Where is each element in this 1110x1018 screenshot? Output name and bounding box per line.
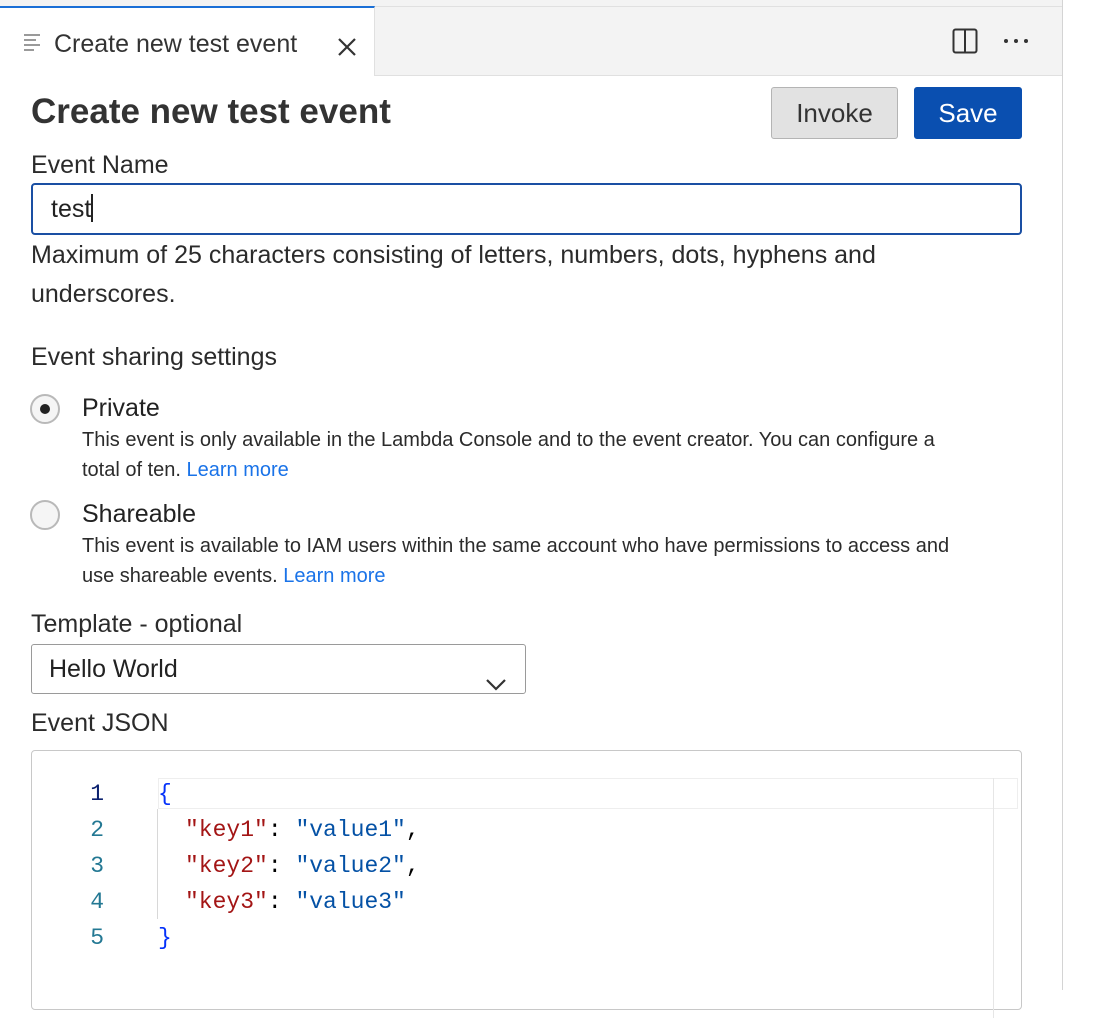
line-number: 4: [90, 889, 104, 915]
line-number: 3: [90, 853, 104, 879]
json-comma: ,: [405, 853, 420, 879]
json-colon: :: [267, 853, 296, 879]
editor-tab-bar: Create new test event: [0, 0, 1062, 76]
private-label: Private: [82, 394, 160, 422]
template-label: Template - optional: [31, 610, 243, 638]
json-value: "value3": [295, 889, 406, 915]
save-button[interactable]: Save: [914, 87, 1022, 139]
text-caret: [91, 194, 94, 222]
tab-label: Create new test event: [54, 30, 298, 58]
event-name-help: Maximum of 25 characters consisting of l…: [31, 241, 876, 308]
shareable-label: Shareable: [82, 500, 196, 528]
code-line: "key3": "value3": [185, 889, 406, 915]
code-line: }: [158, 925, 172, 951]
json-key: "key1": [185, 817, 268, 843]
panel-border: [1062, 0, 1063, 990]
editor-scrollbar[interactable]: [993, 778, 994, 1018]
json-value: "value2": [295, 853, 406, 879]
current-line-highlight: [158, 778, 1018, 809]
shareable-radio[interactable]: [30, 500, 60, 530]
tab-create-new-test-event[interactable]: Create new test event: [0, 6, 375, 76]
invoke-button[interactable]: Invoke: [771, 87, 898, 139]
more-icon[interactable]: [1002, 30, 1032, 50]
shareable-learn-more-link[interactable]: Learn more: [283, 565, 385, 587]
event-name-input[interactable]: test: [31, 183, 1022, 235]
json-colon: :: [267, 817, 296, 843]
json-value: "value1": [295, 817, 406, 843]
code-line: "key2": "value2",: [185, 853, 420, 879]
line-number: 5: [90, 925, 104, 951]
json-brace: }: [158, 925, 172, 951]
code-line: "key1": "value1",: [185, 817, 420, 843]
split-editor-icon[interactable]: [952, 28, 978, 54]
tab-bar-divider: [375, 6, 1062, 7]
private-learn-more-link[interactable]: Learn more: [187, 459, 289, 481]
shareable-description-text: This event is available to IAM users wit…: [82, 535, 950, 587]
event-json-label: Event JSON: [31, 709, 169, 737]
line-number: 2: [90, 817, 104, 843]
lines-icon: [24, 34, 40, 52]
json-key: "key3": [185, 889, 268, 915]
json-key: "key2": [185, 853, 268, 879]
private-description: This event is only available in the Lamb…: [82, 425, 962, 485]
page-title: Create new test event: [31, 92, 391, 131]
template-select[interactable]: Hello World: [31, 644, 526, 694]
chevron-down-icon: [485, 661, 507, 691]
private-radio[interactable]: [30, 394, 60, 424]
sharing-settings-label: Event sharing settings: [31, 343, 277, 371]
event-name-label: Event Name: [31, 151, 169, 179]
shareable-description: This event is available to IAM users wit…: [82, 531, 962, 591]
event-name-value: test: [51, 195, 92, 223]
json-colon: :: [267, 889, 296, 915]
json-comma: ,: [405, 817, 420, 843]
json-editor[interactable]: 1 2 3 4 5 { "key1": "value1", "key2": "v…: [31, 750, 1022, 1018]
indent-guide: [157, 809, 158, 919]
template-selected-value: Hello World: [49, 655, 178, 683]
close-icon[interactable]: [334, 34, 360, 60]
json-brace: {: [158, 781, 172, 807]
code-line: {: [158, 781, 172, 807]
line-number: 1: [90, 781, 104, 807]
